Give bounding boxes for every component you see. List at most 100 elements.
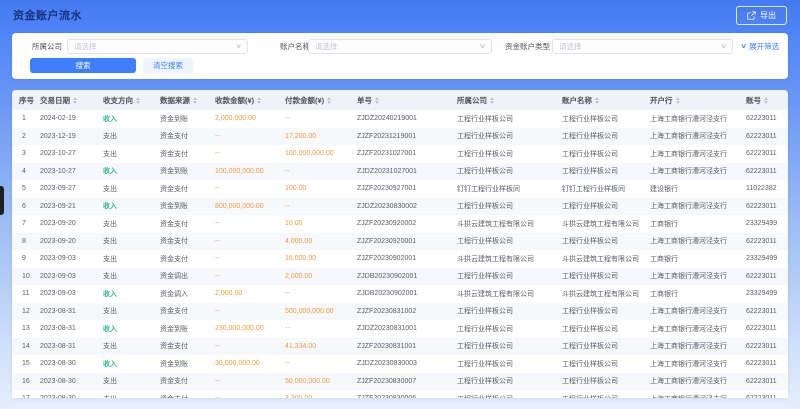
cell-account_name: 工程行业样板公司 [562, 341, 650, 351]
cell-direction: 支出 [103, 131, 160, 141]
cell-account_no: 62223011 [746, 308, 788, 315]
cell-payment: -- [285, 290, 357, 297]
column-header-receipt[interactable]: 收款金额(¥) [215, 95, 285, 106]
cell-company: 工程行业样板公司 [457, 201, 562, 211]
sort-icon[interactable] [327, 97, 331, 104]
cell-bank: 上海工商银行漕河泾支行 [650, 376, 746, 386]
cell-receipt: -- [215, 133, 285, 140]
column-header-date[interactable]: 交易日期 [40, 95, 103, 106]
cell-source: 资金到账 [160, 201, 215, 211]
cell-company: 工程行业样板公司 [457, 394, 562, 398]
cell-account_name: 钉钉工程行业样板间 [562, 184, 650, 194]
column-header-direction[interactable]: 收支方向 [103, 95, 160, 106]
cell-direction: 收入 [103, 359, 160, 369]
cell-order_no: ZJZF20230902001 [357, 255, 457, 262]
cell-account_name: 工程行业样板公司 [562, 306, 650, 316]
cell-company: 工程行业样板公司 [457, 306, 562, 316]
cell-account_no: 62223011 [746, 115, 788, 122]
cell-index: 15 [19, 360, 40, 367]
account-name-select[interactable]: 请选择 ∨ [308, 39, 492, 54]
cell-receipt: -- [215, 255, 285, 262]
cell-index: 11 [19, 290, 40, 297]
account-type-select[interactable]: 请选择 ∨ [552, 39, 733, 54]
cell-order_no: ZJDZ20240219001 [357, 115, 457, 122]
sort-icon[interactable] [676, 97, 680, 104]
cell-index: 6 [19, 203, 40, 210]
column-label: 单号 [357, 95, 372, 106]
company-select-placeholder: 请选择 [74, 41, 97, 52]
drawer-handle[interactable] [0, 186, 4, 215]
column-header-bank[interactable]: 开户行 [650, 95, 746, 106]
cell-direction: 收入 [103, 114, 160, 124]
cell-direction: 支出 [103, 219, 160, 229]
cell-bank: 工商银行 [650, 219, 746, 229]
sort-icon[interactable] [375, 97, 379, 104]
cell-receipt: 2,000,000.00 [215, 115, 285, 122]
cell-account_name: 斗拱云建筑工程有限公司 [562, 289, 650, 299]
cell-source: 资金支付 [160, 131, 215, 141]
cell-payment: -- [285, 115, 357, 122]
cell-order_no: ZJZF20230831002 [357, 308, 457, 315]
cell-receipt: -- [215, 238, 285, 245]
table-row: 172023-08-30支出资金支付--3,300.00ZJZF20230830… [12, 390, 788, 398]
table-row: 162023-08-30支出资金支付--50,000,000.00ZJZF202… [12, 373, 788, 391]
company-select[interactable]: 请选择 ∨ [67, 39, 248, 54]
search-button[interactable]: 搜索 [30, 58, 136, 73]
cell-source: 资金支付 [160, 254, 215, 264]
sort-icon[interactable] [136, 97, 140, 104]
cell-source: 资金支付 [160, 376, 215, 386]
cell-order_no: ZJZF20230831001 [357, 343, 457, 350]
cell-receipt: -- [215, 150, 285, 157]
cell-index: 13 [19, 325, 40, 332]
cell-date: 2023-09-21 [40, 203, 103, 210]
cell-source: 资金到账 [160, 114, 215, 124]
cell-bank: 上海工商银行漕河泾支行 [650, 131, 746, 141]
page-title: 资金账户流水 [13, 7, 82, 23]
sort-icon[interactable] [73, 97, 77, 104]
cell-order_no: ZJZF20230830006 [357, 395, 457, 398]
column-label: 所属公司 [457, 95, 487, 106]
column-header-account_name[interactable]: 账户名称 [562, 95, 650, 106]
sort-icon[interactable] [764, 97, 768, 104]
table-row: 142023-08-31支出资金支付--41,334.00ZJZF2023083… [12, 338, 788, 356]
cell-source: 资金支付 [160, 341, 215, 351]
cell-source: 资金支付 [160, 236, 215, 246]
cell-index: 8 [19, 238, 40, 245]
cell-company: 工程行业样板公司 [457, 166, 562, 176]
cell-direction: 收入 [103, 289, 160, 299]
cell-index: 9 [19, 255, 40, 262]
sort-icon[interactable] [595, 97, 599, 104]
column-header-payment[interactable]: 付款金额(¥) [285, 95, 357, 106]
column-header-account_no[interactable]: 账号 [746, 95, 788, 106]
expand-filters-link[interactable]: ∨ 展开筛选 [741, 39, 779, 54]
column-label: 付款金额(¥) [285, 95, 324, 106]
cell-direction: 支出 [103, 394, 160, 398]
cell-company: 工程行业样板公司 [457, 236, 562, 246]
cell-account_no: 62223011 [746, 360, 788, 367]
sort-icon[interactable] [193, 97, 197, 104]
cell-index: 10 [19, 273, 40, 280]
cell-payment: 100,000,000.00 [285, 150, 357, 157]
cell-date: 2023-08-31 [40, 308, 103, 315]
cell-account_name: 工程行业样板公司 [562, 376, 650, 386]
cell-order_no: ZJDZ20231027001 [357, 168, 457, 175]
cell-direction: 支出 [103, 254, 160, 264]
sort-icon[interactable] [257, 97, 261, 104]
column-header-company[interactable]: 所属公司 [457, 95, 562, 106]
table-body: 12024-02-19收入资金到账2,000,000.00--ZJDZ20240… [12, 110, 788, 398]
column-header-order_no[interactable]: 单号 [357, 95, 457, 106]
cell-account_name: 工程行业样板公司 [562, 236, 650, 246]
sort-icon[interactable] [490, 97, 494, 104]
column-label: 数据来源 [160, 95, 190, 106]
cell-account_no: 62223011 [746, 133, 788, 140]
cell-direction: 支出 [103, 306, 160, 316]
cell-receipt: -- [215, 395, 285, 398]
cell-account_name: 工程行业样板公司 [562, 201, 650, 211]
cell-account_name: 工程行业样板公司 [562, 149, 650, 159]
clear-search-button[interactable]: 清空搜索 [143, 58, 193, 73]
export-button[interactable]: 导出 [736, 6, 787, 25]
column-header-source[interactable]: 数据来源 [160, 95, 215, 106]
cell-company: 钉钉工程行业样板间 [457, 184, 562, 194]
cell-account_name: 工程行业样板公司 [562, 271, 650, 281]
cell-source: 资金支付 [160, 184, 215, 194]
